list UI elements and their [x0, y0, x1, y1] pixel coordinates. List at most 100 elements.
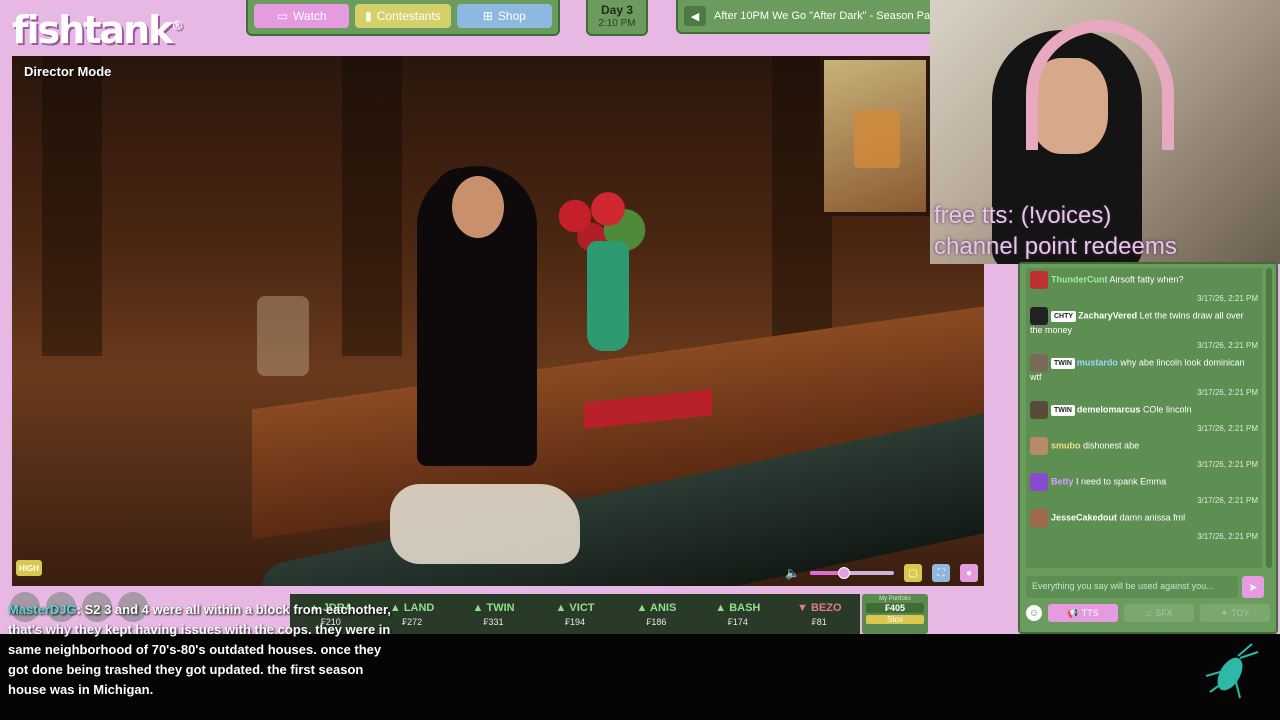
stock-name: ▲ ANIS — [636, 601, 677, 614]
stock-item[interactable]: ▲ VICT ₣194 — [534, 602, 615, 627]
tts-overlay: free tts: (!voices) channel point redeem… — [934, 202, 1177, 260]
toy-button[interactable]: ✦ TOY — [1200, 604, 1270, 622]
chat-panel: ThunderCunt Airsoft fatty when? 3/17/26, … — [1018, 262, 1278, 634]
shop-button[interactable]: ⊞ Shop — [456, 4, 552, 28]
avatar[interactable] — [1030, 401, 1048, 419]
back-arrow-icon[interactable]: ◀ — [684, 6, 706, 26]
avatar[interactable] — [1030, 271, 1048, 289]
contestants-button[interactable]: ▮ Contestants — [355, 4, 451, 28]
stock-item[interactable]: ▲ TWIN ₣331 — [453, 602, 534, 627]
chat-username[interactable]: Betty — [1051, 476, 1074, 486]
chat-timestamp: 3/17/26, 2:21 PM — [1197, 460, 1258, 469]
stock-item[interactable]: ▲ ANIS ₣186 — [616, 602, 697, 627]
stock-item[interactable]: ▲ BASH ₣174 — [697, 602, 778, 627]
stock-price: ₣194 — [564, 616, 585, 627]
chat-badge: CHTY — [1051, 311, 1077, 323]
avatar[interactable] — [1030, 354, 1048, 372]
chat-message[interactable]: CHTY ZacharyVered Let the twins draw all … — [1026, 304, 1262, 351]
chat-username[interactable]: mustardo — [1077, 357, 1118, 367]
cockroach-icon — [1205, 643, 1259, 699]
clip-icon[interactable]: ▢ — [904, 564, 922, 582]
chat-badge: TWIN — [1051, 405, 1075, 417]
sfx-button[interactable]: ♫ SFX — [1124, 604, 1194, 622]
contestants-icon: ▮ — [365, 9, 372, 23]
chat-message[interactable]: ThunderCunt Airsoft fatty when? 3/17/26, … — [1026, 268, 1262, 304]
chat-username[interactable]: JesseCakedout — [1051, 512, 1117, 522]
headset — [1026, 20, 1174, 150]
chat-messages[interactable]: ThunderCunt Airsoft fatty when? 3/17/26, … — [1026, 268, 1262, 568]
white-cloth — [390, 484, 580, 564]
chat-username[interactable]: ZacharyVered — [1078, 310, 1137, 320]
chat-message[interactable]: TWIN mustardo why abe lincoln look domini… — [1026, 351, 1262, 398]
stock-name: ▲ VICT — [555, 601, 595, 614]
watch-button[interactable]: ▭ Watch — [254, 4, 350, 28]
up-arrow-icon: ▲ — [472, 601, 487, 614]
up-arrow-icon: ▲ — [555, 601, 570, 614]
chat-scrollbar[interactable] — [1266, 268, 1272, 568]
green-vase — [587, 241, 629, 351]
volume-knob[interactable] — [837, 567, 850, 579]
chat-tools: ☺ 📢 TTS ♫ SFX ✦ TOY — [1026, 602, 1270, 624]
portfolio-widget[interactable]: My Portfolio ₣405 Stox — [862, 594, 928, 634]
send-icon[interactable]: ➤ — [1242, 576, 1264, 598]
stock-price: ₣174 — [727, 616, 748, 627]
day-indicator: Day 3 2:10 PM — [586, 0, 648, 36]
chat-timestamp: 3/17/26, 2:21 PM — [1197, 341, 1258, 350]
caption-user: MasterDJG — [8, 602, 77, 617]
wall-panel — [42, 56, 102, 356]
chat-username[interactable]: smubo — [1051, 440, 1081, 450]
stock-price: ₣331 — [483, 616, 504, 627]
portfolio-label: My Portfolio — [879, 596, 911, 602]
down-arrow-icon: ▼ — [796, 601, 811, 614]
volume-icon[interactable]: 🔈 — [785, 566, 800, 580]
stock-name: ▲ BASH — [715, 601, 761, 614]
chat-timestamp: 3/17/26, 2:21 PM — [1197, 388, 1258, 397]
chat-username[interactable]: ThunderCunt — [1051, 274, 1108, 284]
chat-text: COle lincoln — [1142, 404, 1192, 415]
cart-icon: ⊞ — [482, 9, 493, 23]
day-label: Day 3 — [600, 3, 634, 17]
streamer-webcam: free tts: (!voices) channel point redeem… — [930, 0, 1280, 264]
chat-timestamp: 3/17/26, 2:21 PM — [1197, 424, 1258, 433]
chat-timestamp: 3/17/26, 2:21 PM — [1197, 496, 1258, 505]
fishtank-logo[interactable]: fishtank® — [12, 8, 183, 52]
day-time: 2:10 PM — [598, 18, 636, 29]
tts-caption: MasterDJG: S2 3 and 4 were all within a … — [8, 600, 403, 700]
megaphone-icon: 📢 — [1067, 607, 1079, 618]
ticker-text: After 10PM We Go "After Dark" - Season P… — [714, 10, 932, 22]
stock-price: ₣186 — [646, 616, 667, 627]
emoji-icon[interactable]: ☺ — [1026, 605, 1042, 621]
stock-item[interactable]: ▼ BEZO ₣81 — [779, 602, 860, 627]
avatar[interactable] — [1030, 437, 1048, 455]
volume-slider[interactable] — [810, 567, 894, 579]
quality-badge[interactable]: HIGH — [16, 560, 42, 576]
chat-text: damn anissa fml — [1119, 512, 1186, 523]
avatar[interactable] — [1030, 473, 1048, 491]
avatar[interactable] — [1030, 307, 1048, 325]
player-controls: 🔈 ▢ ⛶ ● — [785, 564, 984, 582]
chat-message[interactable]: smubo dishonest abe 3/17/26, 2:21 PM — [1026, 434, 1262, 470]
director-mode-label: Director Mode — [24, 64, 112, 79]
stock-price: ₣81 — [811, 616, 827, 627]
chat-message[interactable]: JesseCakedout damn anissa fml 3/17/26, 2:… — [1026, 506, 1262, 542]
portfolio-value: ₣405 — [866, 603, 924, 613]
chat-username[interactable]: demelomarcus — [1077, 404, 1141, 414]
record-icon[interactable]: ● — [960, 564, 978, 582]
chat-input[interactable]: Everything you say will be used against … — [1026, 576, 1238, 598]
stock-name: ▼ BEZO — [796, 601, 842, 614]
tv-icon: ▭ — [276, 9, 289, 23]
chat-message[interactable]: TWIN demelomarcus COle lincoln 3/17/26, 2:… — [1026, 398, 1262, 434]
stox-button[interactable]: Stox — [866, 615, 924, 624]
chat-message[interactable]: Betty I need to spank Emma 3/17/26, 2:21 … — [1026, 470, 1262, 506]
stock-name: ▲ TWIN — [472, 601, 515, 614]
tts-button[interactable]: 📢 TTS — [1048, 604, 1118, 622]
director-mode-player[interactable]: Director Mode HIGH 🔈 ▢ ⛶ ● — [12, 56, 984, 586]
glass-jar — [257, 296, 309, 376]
avatar[interactable] — [1030, 509, 1048, 527]
wall-panel — [342, 56, 402, 356]
chat-text: Airsoft fatty when? — [1109, 274, 1184, 285]
chat-badge: TWIN — [1051, 358, 1075, 370]
sound-icon: ♫ — [1145, 608, 1153, 618]
main-nav: ▭ Watch ▮ Contestants ⊞ Shop — [246, 0, 560, 36]
fullscreen-icon[interactable]: ⛶ — [932, 564, 950, 582]
